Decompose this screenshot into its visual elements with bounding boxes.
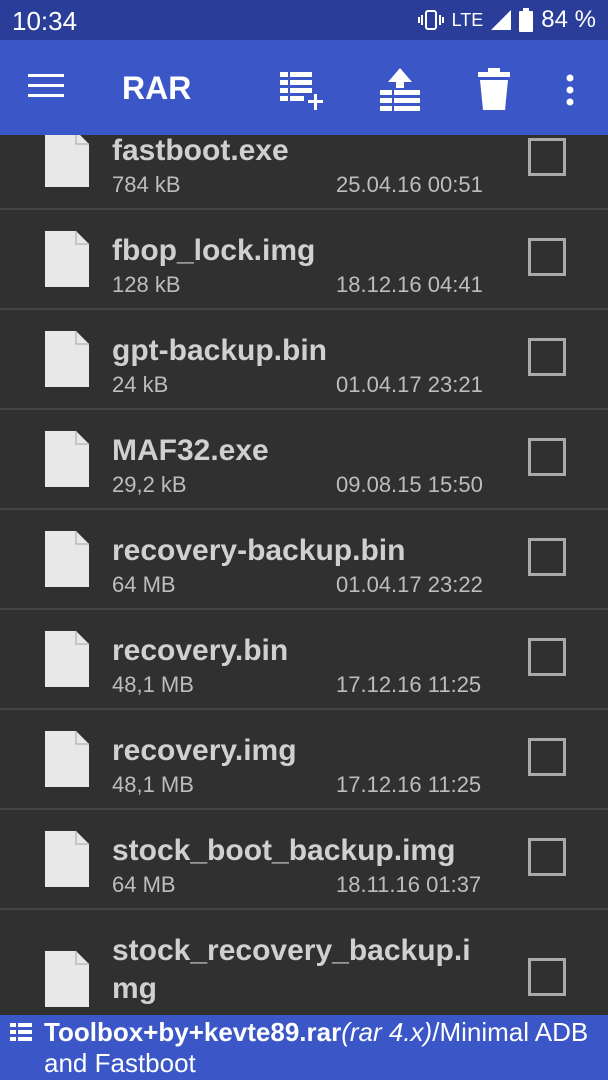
archive-icon bbox=[10, 1023, 32, 1041]
file-size: 128 kB bbox=[112, 272, 181, 297]
status-icons: LTE 84 % bbox=[417, 6, 596, 34]
file-size: 784 kB bbox=[112, 172, 181, 197]
app-title: RAR bbox=[122, 70, 192, 106]
file-date: 01.04.17 23:22 bbox=[336, 572, 483, 597]
select-checkbox[interactable] bbox=[528, 438, 566, 476]
delete-icon[interactable] bbox=[470, 66, 518, 114]
file-icon bbox=[45, 135, 89, 187]
file-name: recovery.bin bbox=[112, 634, 289, 667]
file-icon bbox=[45, 431, 89, 487]
file-name: fastboot.exe bbox=[112, 135, 289, 167]
battery-level: 84 % bbox=[541, 6, 596, 33]
select-checkbox[interactable] bbox=[528, 638, 566, 676]
select-checkbox[interactable] bbox=[528, 838, 566, 876]
menu-icon[interactable] bbox=[28, 72, 64, 100]
archive-path-bar: Toolbox+by+kevte89.rar(rar 4.x)/Minimal … bbox=[0, 1015, 608, 1080]
select-checkbox[interactable] bbox=[528, 738, 566, 776]
more-options-icon[interactable] bbox=[560, 66, 580, 114]
file-date: 25.04.16 00:51 bbox=[336, 172, 483, 197]
vibrate-icon bbox=[417, 10, 444, 30]
file-icon bbox=[45, 831, 89, 887]
status-bar: 10:34 LTE 84 % bbox=[0, 0, 608, 40]
add-to-archive-icon[interactable] bbox=[278, 66, 326, 114]
file-size: 64 MB bbox=[112, 572, 176, 597]
file-size: 24 kB bbox=[112, 372, 169, 397]
list-item[interactable]: fbop_lock.img 128 kB 18.12.16 04:41 bbox=[0, 210, 608, 310]
app-bar: RAR bbox=[0, 40, 608, 135]
file-name: stock_boot_backup.img bbox=[112, 834, 456, 867]
file-date: 18.12.16 04:41 bbox=[336, 272, 483, 297]
list-item[interactable]: stock_recovery_backup.img bbox=[0, 910, 608, 1015]
list-item[interactable]: recovery.img 48,1 MB 17.12.16 11:25 bbox=[0, 710, 608, 810]
file-size: 29,2 kB bbox=[112, 472, 187, 497]
file-icon bbox=[45, 531, 89, 587]
select-checkbox[interactable] bbox=[528, 238, 566, 276]
file-name: MAF32.exe bbox=[112, 434, 269, 467]
file-name: recovery.img bbox=[112, 734, 297, 767]
file-date: 01.04.17 23:21 bbox=[336, 372, 483, 397]
file-size: 48,1 MB bbox=[112, 672, 194, 697]
file-name: recovery-backup.bin bbox=[112, 534, 406, 567]
file-date: 09.08.15 15:50 bbox=[336, 472, 483, 497]
file-icon bbox=[45, 331, 89, 387]
select-checkbox[interactable] bbox=[528, 958, 566, 996]
signal-icon bbox=[491, 10, 512, 30]
file-name: stock_recovery_backup.img bbox=[112, 934, 471, 1005]
archive-format: (rar 4.x) bbox=[341, 1017, 433, 1047]
select-checkbox[interactable] bbox=[528, 538, 566, 576]
list-item[interactable]: stock_boot_backup.img 64 MB 18.11.16 01:… bbox=[0, 810, 608, 910]
list-item[interactable]: recovery-backup.bin 64 MB 01.04.17 23:22 bbox=[0, 510, 608, 610]
extract-icon[interactable] bbox=[376, 66, 424, 114]
status-time: 10:34 bbox=[12, 6, 78, 36]
file-icon bbox=[45, 951, 89, 1007]
network-type: LTE bbox=[451, 9, 484, 30]
archive-name: Toolbox+by+kevte89.rar bbox=[44, 1017, 342, 1047]
file-name: gpt-backup.bin bbox=[112, 334, 327, 367]
list-item[interactable]: gpt-backup.bin 24 kB 01.04.17 23:21 bbox=[0, 310, 608, 410]
list-item[interactable]: recovery.bin 48,1 MB 17.12.16 11:25 bbox=[0, 610, 608, 710]
select-checkbox[interactable] bbox=[528, 138, 566, 176]
file-icon bbox=[45, 631, 89, 687]
file-date: 18.11.16 01:37 bbox=[336, 872, 482, 897]
file-icon bbox=[45, 731, 89, 787]
battery-icon bbox=[519, 8, 534, 32]
file-icon bbox=[45, 231, 89, 287]
file-date: 17.12.16 11:25 bbox=[336, 672, 482, 697]
file-size: 64 MB bbox=[112, 872, 176, 897]
file-list: fastboot.exe 784 kB 25.04.16 00:51 fbop_… bbox=[0, 135, 608, 1015]
select-checkbox[interactable] bbox=[528, 338, 566, 376]
list-item[interactable]: fastboot.exe 784 kB 25.04.16 00:51 bbox=[0, 135, 608, 210]
list-item[interactable]: MAF32.exe 29,2 kB 09.08.15 15:50 bbox=[0, 410, 608, 510]
file-name: fbop_lock.img bbox=[112, 234, 316, 267]
file-date: 17.12.16 11:25 bbox=[336, 772, 482, 797]
archive-path: Toolbox+by+kevte89.rar(rar 4.x)/Minimal … bbox=[44, 1017, 600, 1079]
file-size: 48,1 MB bbox=[112, 772, 194, 797]
